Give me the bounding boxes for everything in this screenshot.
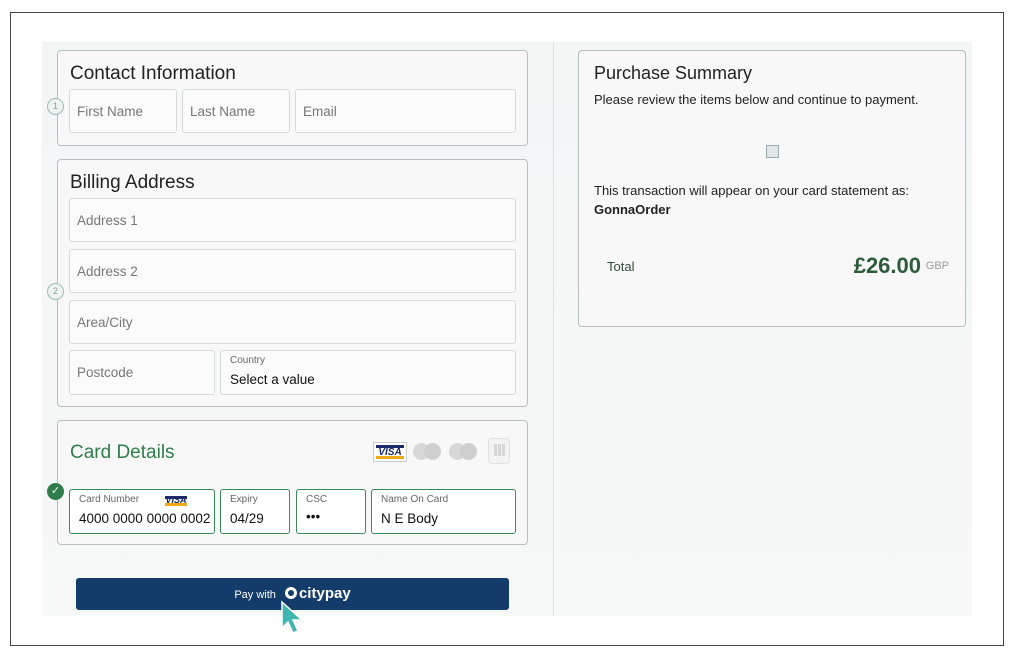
country-label: Country bbox=[230, 355, 266, 366]
purchase-summary-section: Purchase Summary Please review the items… bbox=[578, 50, 966, 327]
postcode-placeholder: Postcode bbox=[77, 365, 134, 380]
column-divider bbox=[553, 42, 554, 616]
visa-logo-text: VISA bbox=[378, 447, 402, 458]
address2-field[interactable]: Address 2 bbox=[69, 249, 516, 293]
csc-label: CSC bbox=[306, 494, 328, 505]
citypay-logo-icon bbox=[284, 587, 297, 599]
chip-card-logo bbox=[488, 438, 510, 464]
expiry-value: 04/29 bbox=[230, 511, 264, 526]
expiry-label: Expiry bbox=[230, 494, 258, 505]
contact-title: Contact Information bbox=[70, 63, 236, 84]
summary-title: Purchase Summary bbox=[594, 63, 753, 83]
card-number-field[interactable]: Card Number VISA 4000 0000 0000 0002 bbox=[69, 489, 215, 534]
last-name-field[interactable]: Last Name bbox=[182, 89, 290, 133]
csc-value: ••• bbox=[306, 509, 321, 524]
total-currency: GBP bbox=[925, 260, 949, 272]
name-on-card-label: Name On Card bbox=[381, 494, 449, 505]
citypay-brand-text: citypay bbox=[298, 585, 351, 602]
email-field[interactable]: Email bbox=[295, 89, 516, 133]
billing-section: Billing Address Address 1 Address 2 Area… bbox=[57, 159, 528, 407]
statement-merchant: GonnaOrder bbox=[594, 202, 671, 217]
statement-note: This transaction will appear on your car… bbox=[594, 183, 910, 198]
step-3-check-icon: ✓ bbox=[47, 483, 64, 500]
summary-subtitle: Please review the items below and contin… bbox=[594, 92, 919, 107]
city-placeholder: Area/City bbox=[77, 315, 133, 330]
address1-field[interactable]: Address 1 bbox=[69, 198, 516, 242]
expiry-field[interactable]: Expiry 04/29 bbox=[220, 489, 290, 534]
card-title: Card Details bbox=[70, 442, 175, 463]
card-section: Card Details VISA Card Number VISA 4000 … bbox=[57, 420, 528, 545]
city-field[interactable]: Area/City bbox=[69, 300, 516, 344]
mastercard-logo bbox=[412, 442, 442, 462]
pay-button-prefix: Pay with bbox=[234, 589, 276, 601]
broken-image-icon bbox=[766, 145, 779, 158]
address1-placeholder: Address 1 bbox=[77, 213, 138, 228]
billing-title: Billing Address bbox=[70, 172, 195, 193]
maestro-logo bbox=[448, 442, 478, 462]
country-value: Select a value bbox=[230, 372, 315, 387]
card-number-visa-text: VISA bbox=[165, 495, 187, 505]
step-2-indicator: 2 bbox=[47, 283, 64, 300]
first-name-field[interactable]: First Name bbox=[69, 89, 177, 133]
csc-field[interactable]: CSC ••• bbox=[296, 489, 366, 534]
visa-logo: VISA bbox=[373, 442, 407, 462]
contact-section: Contact Information First Name Last Name… bbox=[57, 50, 528, 146]
name-on-card-field[interactable]: Name On Card N E Body bbox=[371, 489, 516, 534]
total-amount: £26.00 bbox=[853, 253, 921, 278]
postcode-field[interactable]: Postcode bbox=[69, 350, 215, 395]
country-select[interactable]: Country Select a value bbox=[220, 350, 516, 395]
total-label: Total bbox=[607, 259, 635, 274]
first-name-placeholder: First Name bbox=[77, 104, 144, 119]
card-number-label: Card Number bbox=[79, 494, 140, 505]
card-number-visa-icon: VISA bbox=[163, 494, 189, 508]
email-placeholder: Email bbox=[303, 104, 337, 119]
name-on-card-value: N E Body bbox=[381, 511, 439, 526]
mouse-pointer-icon bbox=[281, 600, 304, 634]
step-1-indicator: 1 bbox=[47, 98, 64, 115]
address2-placeholder: Address 2 bbox=[77, 264, 138, 279]
last-name-placeholder: Last Name bbox=[190, 104, 256, 119]
card-number-value: 4000 0000 0000 0002 bbox=[79, 511, 211, 526]
